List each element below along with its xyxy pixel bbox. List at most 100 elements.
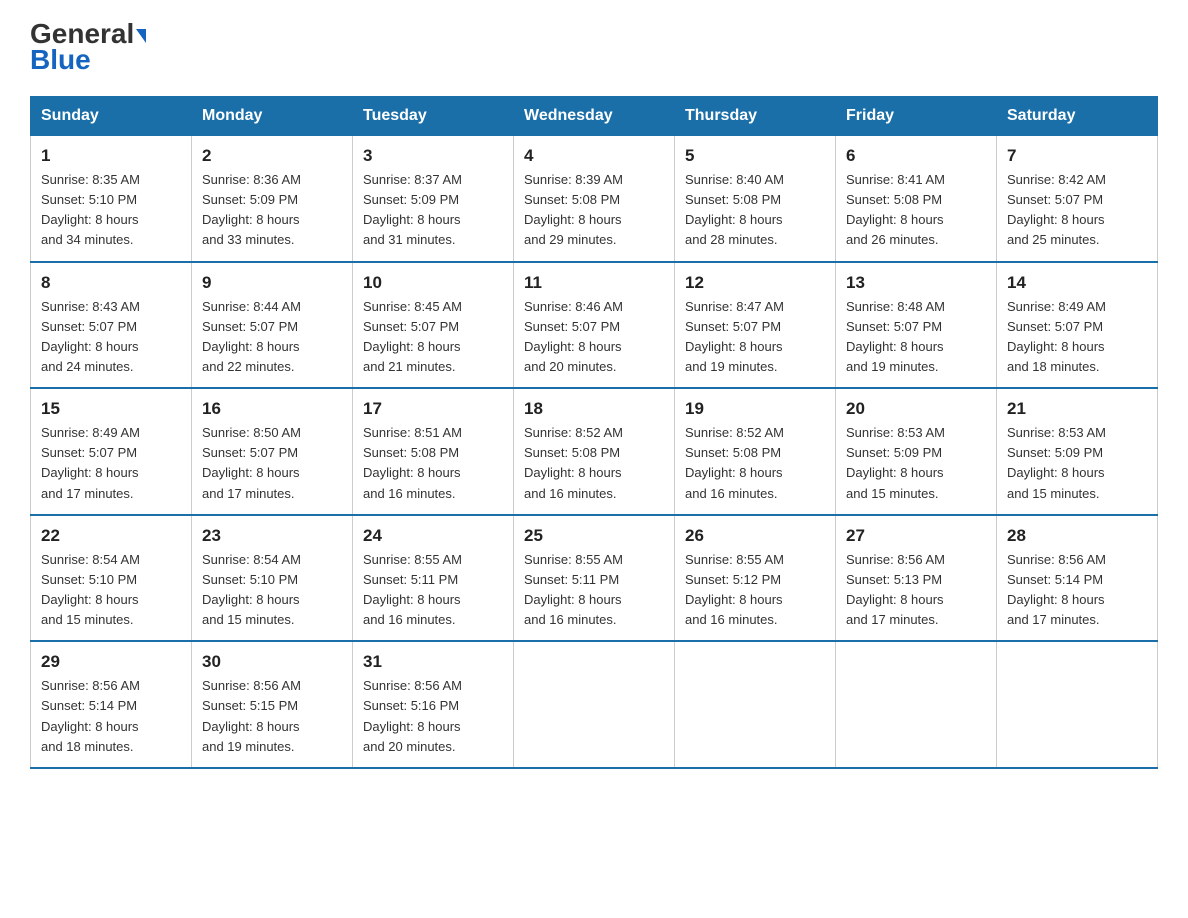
calendar-cell: 3Sunrise: 8:37 AMSunset: 5:09 PMDaylight… (353, 136, 514, 262)
calendar-cell: 13 Sunrise: 8:48 AMSunset: 5:07 PMDayligh… (836, 262, 997, 389)
day-info: Sunrise: 8:39 AMSunset: 5:08 PMDaylight:… (524, 170, 664, 251)
day-info: Sunrise: 8:44 AMSunset: 5:07 PMDaylight:… (202, 297, 342, 378)
calendar-cell: 19 Sunrise: 8:52 AMSunset: 5:08 PMDayligh… (675, 388, 836, 515)
day-info: Sunrise: 8:52 AMSunset: 5:08 PMDaylight:… (685, 423, 825, 504)
calendar-cell: 2 Sunrise: 8:36 AMSunset: 5:09 PMDaylight… (192, 136, 353, 262)
calendar-cell (514, 641, 675, 768)
day-info: Sunrise: 8:45 AMSunset: 5:07 PMDaylight:… (363, 297, 503, 378)
day-number: 14 (1007, 273, 1147, 293)
header-day-tuesday: Tuesday (353, 97, 514, 136)
calendar-cell: 16Sunrise: 8:50 AMSunset: 5:07 PMDayligh… (192, 388, 353, 515)
calendar-week-row: 15Sunrise: 8:49 AMSunset: 5:07 PMDayligh… (31, 388, 1158, 515)
calendar-cell: 23 Sunrise: 8:54 AMSunset: 5:10 PMDayligh… (192, 515, 353, 642)
day-info: Sunrise: 8:56 AMSunset: 5:14 PMDaylight:… (41, 676, 181, 757)
day-number: 13 (846, 273, 986, 293)
logo-triangle-icon (136, 29, 146, 43)
calendar-cell (997, 641, 1158, 768)
calendar-cell: 1 Sunrise: 8:35 AMSunset: 5:10 PMDaylight… (31, 136, 192, 262)
calendar-cell: 9 Sunrise: 8:44 AMSunset: 5:07 PMDaylight… (192, 262, 353, 389)
calendar-cell: 24 Sunrise: 8:55 AMSunset: 5:11 PMDayligh… (353, 515, 514, 642)
day-info: Sunrise: 8:50 AMSunset: 5:07 PMDaylight:… (202, 423, 342, 504)
calendar-cell: 26 Sunrise: 8:55 AMSunset: 5:12 PMDayligh… (675, 515, 836, 642)
day-number: 5 (685, 146, 825, 166)
calendar-cell: 5 Sunrise: 8:40 AMSunset: 5:08 PMDaylight… (675, 136, 836, 262)
header-day-monday: Monday (192, 97, 353, 136)
calendar-cell: 25 Sunrise: 8:55 AMSunset: 5:11 PMDayligh… (514, 515, 675, 642)
calendar-header-row: SundayMondayTuesdayWednesdayThursdayFrid… (31, 97, 1158, 136)
calendar-cell: 22 Sunrise: 8:54 AMSunset: 5:10 PMDayligh… (31, 515, 192, 642)
header-day-thursday: Thursday (675, 97, 836, 136)
day-info: Sunrise: 8:47 AMSunset: 5:07 PMDaylight:… (685, 297, 825, 378)
day-number: 12 (685, 273, 825, 293)
day-number: 31 (363, 652, 503, 672)
day-info: Sunrise: 8:52 AMSunset: 5:08 PMDaylight:… (524, 423, 664, 504)
day-number: 11 (524, 273, 664, 293)
day-number: 26 (685, 526, 825, 546)
calendar-week-row: 1 Sunrise: 8:35 AMSunset: 5:10 PMDaylight… (31, 136, 1158, 262)
day-info: Sunrise: 8:56 AMSunset: 5:14 PMDaylight:… (1007, 550, 1147, 631)
day-info: Sunrise: 8:54 AMSunset: 5:10 PMDaylight:… (202, 550, 342, 631)
calendar-cell: 12 Sunrise: 8:47 AMSunset: 5:07 PMDayligh… (675, 262, 836, 389)
day-info: Sunrise: 8:56 AMSunset: 5:15 PMDaylight:… (202, 676, 342, 757)
calendar-cell: 14 Sunrise: 8:49 AMSunset: 5:07 PMDayligh… (997, 262, 1158, 389)
calendar-cell: 17 Sunrise: 8:51 AMSunset: 5:08 PMDayligh… (353, 388, 514, 515)
day-info: Sunrise: 8:35 AMSunset: 5:10 PMDaylight:… (41, 170, 181, 251)
day-number: 2 (202, 146, 342, 166)
day-info: Sunrise: 8:40 AMSunset: 5:08 PMDaylight:… (685, 170, 825, 251)
day-info: Sunrise: 8:49 AMSunset: 5:07 PMDaylight:… (1007, 297, 1147, 378)
day-number: 27 (846, 526, 986, 546)
day-number: 22 (41, 526, 181, 546)
day-number: 17 (363, 399, 503, 419)
day-number: 4 (524, 146, 664, 166)
calendar-cell: 8 Sunrise: 8:43 AMSunset: 5:07 PMDaylight… (31, 262, 192, 389)
calendar-week-row: 22 Sunrise: 8:54 AMSunset: 5:10 PMDayligh… (31, 515, 1158, 642)
day-number: 21 (1007, 399, 1147, 419)
day-number: 10 (363, 273, 503, 293)
calendar-cell: 7Sunrise: 8:42 AMSunset: 5:07 PMDaylight… (997, 136, 1158, 262)
day-number: 9 (202, 273, 342, 293)
calendar-cell: 4 Sunrise: 8:39 AMSunset: 5:08 PMDaylight… (514, 136, 675, 262)
day-number: 19 (685, 399, 825, 419)
day-info: Sunrise: 8:51 AMSunset: 5:08 PMDaylight:… (363, 423, 503, 504)
day-info: Sunrise: 8:53 AMSunset: 5:09 PMDaylight:… (1007, 423, 1147, 504)
calendar-cell: 11Sunrise: 8:46 AMSunset: 5:07 PMDayligh… (514, 262, 675, 389)
calendar-cell: 6 Sunrise: 8:41 AMSunset: 5:08 PMDaylight… (836, 136, 997, 262)
calendar-cell (675, 641, 836, 768)
calendar-cell: 27Sunrise: 8:56 AMSunset: 5:13 PMDayligh… (836, 515, 997, 642)
day-number: 23 (202, 526, 342, 546)
day-info: Sunrise: 8:48 AMSunset: 5:07 PMDaylight:… (846, 297, 986, 378)
day-number: 25 (524, 526, 664, 546)
day-info: Sunrise: 8:54 AMSunset: 5:10 PMDaylight:… (41, 550, 181, 631)
day-number: 30 (202, 652, 342, 672)
calendar-cell: 15Sunrise: 8:49 AMSunset: 5:07 PMDayligh… (31, 388, 192, 515)
day-number: 15 (41, 399, 181, 419)
day-number: 1 (41, 146, 181, 166)
calendar-cell (836, 641, 997, 768)
calendar-week-row: 8 Sunrise: 8:43 AMSunset: 5:07 PMDaylight… (31, 262, 1158, 389)
day-info: Sunrise: 8:41 AMSunset: 5:08 PMDaylight:… (846, 170, 986, 251)
calendar-cell: 21 Sunrise: 8:53 AMSunset: 5:09 PMDayligh… (997, 388, 1158, 515)
day-number: 29 (41, 652, 181, 672)
calendar-cell: 10 Sunrise: 8:45 AMSunset: 5:07 PMDayligh… (353, 262, 514, 389)
logo: General Blue (30, 20, 146, 76)
day-info: Sunrise: 8:37 AMSunset: 5:09 PMDaylight:… (363, 170, 503, 251)
day-info: Sunrise: 8:55 AMSunset: 5:11 PMDaylight:… (524, 550, 664, 631)
day-info: Sunrise: 8:55 AMSunset: 5:11 PMDaylight:… (363, 550, 503, 631)
calendar-week-row: 29 Sunrise: 8:56 AMSunset: 5:14 PMDayligh… (31, 641, 1158, 768)
day-info: Sunrise: 8:53 AMSunset: 5:09 PMDaylight:… (846, 423, 986, 504)
calendar-cell: 20Sunrise: 8:53 AMSunset: 5:09 PMDayligh… (836, 388, 997, 515)
day-info: Sunrise: 8:36 AMSunset: 5:09 PMDaylight:… (202, 170, 342, 251)
day-number: 8 (41, 273, 181, 293)
calendar-cell: 31 Sunrise: 8:56 AMSunset: 5:16 PMDayligh… (353, 641, 514, 768)
day-number: 24 (363, 526, 503, 546)
day-number: 28 (1007, 526, 1147, 546)
header-day-sunday: Sunday (31, 97, 192, 136)
day-number: 6 (846, 146, 986, 166)
page-header: General Blue (30, 20, 1158, 76)
calendar-cell: 29 Sunrise: 8:56 AMSunset: 5:14 PMDayligh… (31, 641, 192, 768)
day-info: Sunrise: 8:55 AMSunset: 5:12 PMDaylight:… (685, 550, 825, 631)
day-info: Sunrise: 8:56 AMSunset: 5:16 PMDaylight:… (363, 676, 503, 757)
day-info: Sunrise: 8:43 AMSunset: 5:07 PMDaylight:… (41, 297, 181, 378)
header-day-saturday: Saturday (997, 97, 1158, 136)
day-number: 18 (524, 399, 664, 419)
